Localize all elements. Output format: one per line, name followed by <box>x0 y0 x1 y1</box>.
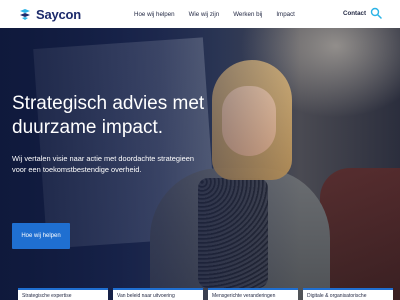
nav-item-wie-wij-zijn[interactable]: Wie wij zijn <box>189 11 220 18</box>
contact-link[interactable]: Contact <box>343 10 366 17</box>
hero-section: Strategisch advies met duurzame impact. … <box>0 28 400 300</box>
service-card-beleid-uitvoering[interactable]: Van beleid naar uitvoering <box>113 288 203 300</box>
hero-title-line2: duurzame impact. <box>12 117 164 138</box>
hoe-wij-helpen-button[interactable]: Hoe wij helpen <box>12 223 70 249</box>
hero-title: Strategisch advies met duurzame impact. <box>12 92 232 140</box>
logo-text: Saycon <box>36 6 82 22</box>
main-nav: Hoe wij helpen Wie wij zijn Werken bij I… <box>134 0 309 28</box>
saycon-logo-icon <box>20 9 30 20</box>
service-card-strategische-expertise[interactable]: Strategische expertise <box>18 288 108 300</box>
site-header: Saycon Hoe wij helpen Wie wij zijn Werke… <box>0 0 400 28</box>
nav-item-impact[interactable]: Impact <box>276 11 295 18</box>
service-cards: Strategische expertise Van beleid naar u… <box>0 288 400 300</box>
service-card-mensgerichte-veranderingen[interactable]: Mensgerichte veranderingen <box>208 288 298 300</box>
nav-item-werken-bij[interactable]: Werken bij <box>233 11 262 18</box>
hero-subtitle-line2: voor een toekomstbestendige overheid. <box>12 165 142 174</box>
service-card-digitale-organisatorische[interactable]: Digitale & organisatorische <box>303 288 393 300</box>
hero-title-line1: Strategisch advies met <box>12 93 205 114</box>
nav-item-hoe-wij-helpen[interactable]: Hoe wij helpen <box>134 11 175 18</box>
hero-subtitle: Wij vertalen visie naar actie met doorda… <box>12 153 222 175</box>
hero-subtitle-line1: Wij vertalen visie naar actie met doorda… <box>12 154 194 163</box>
search-icon[interactable] <box>370 7 382 19</box>
logo[interactable]: Saycon <box>18 7 81 22</box>
